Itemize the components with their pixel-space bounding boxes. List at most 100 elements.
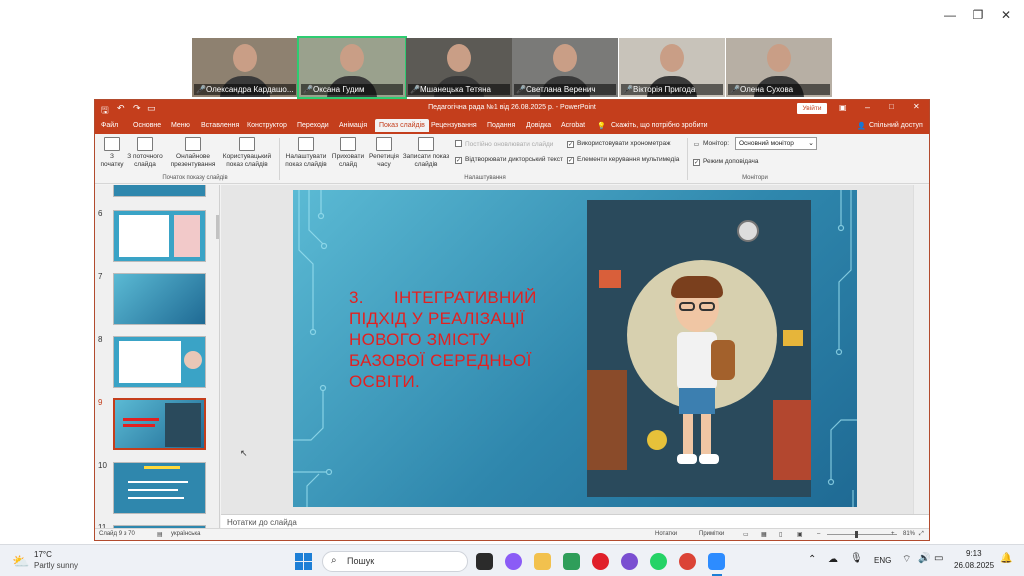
tab-animations[interactable]: Анімація: [339, 122, 367, 129]
tab-help[interactable]: Довідка: [526, 122, 551, 129]
cloud-icon[interactable]: ☁: [828, 554, 838, 565]
slide-thumbnail[interactable]: [113, 210, 206, 262]
notes-button[interactable]: Нотатки: [655, 531, 677, 537]
tab-file[interactable]: Файл: [101, 122, 118, 129]
restore-icon[interactable]: ❐: [968, 8, 988, 22]
participant-tile[interactable]: Вікторія Пригода 🎤: [619, 38, 725, 97]
wifi-icon[interactable]: ⌔: [902, 553, 911, 566]
ppt-minimize-icon[interactable]: –: [865, 102, 870, 112]
whatsapp-icon[interactable]: [650, 553, 667, 570]
tab-view[interactable]: Подання: [487, 122, 515, 129]
close-icon[interactable]: ✕: [996, 8, 1016, 22]
task-view-icon[interactable]: [476, 553, 493, 570]
battery-icon[interactable]: ▭: [934, 553, 943, 564]
setup-show-button[interactable]: Налаштувати показ слайдів: [283, 137, 329, 169]
ribbon-display-icon[interactable]: ▣: [839, 103, 847, 112]
spellcheck-icon[interactable]: ▤: [157, 531, 163, 538]
tab-home[interactable]: Основне: [133, 122, 161, 129]
zoom-out-icon[interactable]: –: [817, 531, 820, 537]
slide-canvas[interactable]: 3. ІНТЕГРАТИВНИЙ ПІДХІД У РЕАЛІЗАЦІЇ НОВ…: [293, 190, 857, 507]
illustration-glasses: [699, 302, 715, 311]
participant-tile[interactable]: Мшанецька Тетяна 🎤: [406, 38, 512, 97]
language-label[interactable]: українська: [171, 531, 201, 537]
record-button[interactable]: Записати показ слайдів: [401, 137, 451, 169]
monitor-select[interactable]: Основний монітор ⌄: [735, 137, 817, 150]
microphone-icon[interactable]: 🎙: [850, 553, 863, 564]
tab-design[interactable]: Конструктор: [247, 122, 287, 129]
slide-thumbnail[interactable]: [113, 336, 206, 388]
weather-desc[interactable]: Partly sunny: [34, 561, 78, 570]
comments-button[interactable]: Примітки: [699, 531, 724, 537]
reading-view-icon[interactable]: ▯: [779, 531, 782, 538]
tab-transitions[interactable]: Переходи: [297, 122, 329, 129]
windows-start-icon[interactable]: [295, 553, 312, 570]
participant-face: [767, 44, 791, 72]
notification-bell-icon[interactable]: 🔔: [1000, 553, 1012, 564]
minimize-icon[interactable]: —: [940, 8, 960, 22]
share-button[interactable]: Спільний доступ: [869, 122, 923, 129]
hide-slide-button[interactable]: Приховати слайд: [331, 137, 365, 169]
notes-pane[interactable]: Нотатки до слайда: [221, 514, 929, 529]
clock-date[interactable]: 26.08.2025: [954, 561, 994, 570]
copilot-icon[interactable]: [505, 553, 522, 570]
chevron-up-icon[interactable]: ⌃: [808, 554, 816, 565]
thumbnails-scrollbar[interactable]: [216, 215, 219, 239]
taskbar-search[interactable]: ⌕ Пошук: [322, 551, 468, 572]
slide-thumbnail[interactable]: [113, 185, 206, 197]
sign-in-button[interactable]: Увійти: [797, 103, 827, 114]
tab-acrobat[interactable]: Acrobat: [561, 122, 585, 129]
slide-illustration[interactable]: [587, 200, 811, 497]
muted-mic-icon: 🎤: [730, 85, 740, 94]
zoom-slider-thumb[interactable]: [855, 531, 858, 538]
use-timings-checkbox[interactable]: ✓ Використовувати хронометраж: [567, 140, 670, 148]
media-controls-checkbox[interactable]: ✓ Елементи керування мультимедіа: [567, 156, 679, 164]
slide-title[interactable]: 3. ІНТЕГРАТИВНИЙ ПІДХІД У РЕАЛІЗАЦІЇ НОВ…: [349, 287, 549, 392]
custom-show-button[interactable]: Користувацький показ слайдів: [219, 137, 275, 169]
zoom-app-icon[interactable]: [708, 553, 725, 570]
slide-sorter-icon[interactable]: ▦: [761, 531, 767, 538]
slide-thumbnail[interactable]: [113, 273, 206, 325]
volume-icon[interactable]: 🔊: [918, 553, 930, 564]
ppt-maximize-icon[interactable]: □: [889, 102, 894, 111]
tab-slideshow[interactable]: Показ слайдів: [375, 119, 429, 132]
participant-tile[interactable]: Олександра Кардашо... 🎤: [192, 38, 298, 97]
slide-thumbnail-selected[interactable]: [113, 398, 206, 450]
zoom-slider[interactable]: [827, 534, 897, 535]
fit-slide-icon[interactable]: ⤢: [919, 531, 924, 538]
participant-tile[interactable]: Светлана Веренич 🎤: [512, 38, 618, 97]
file-explorer-icon[interactable]: [534, 553, 551, 570]
keep-updated-checkbox[interactable]: Постійно оновлювати слайди: [455, 140, 553, 148]
presenter-view-checkbox[interactable]: ✓ Режим доповідача: [693, 158, 759, 166]
language-indicator[interactable]: ENG: [874, 556, 891, 565]
tab-review[interactable]: Рецензування: [431, 122, 477, 129]
illustration-shoe: [677, 454, 697, 464]
play-narration-checkbox[interactable]: ✓ Відтворювати дикторський текст: [455, 156, 563, 164]
slide-scrollbar[interactable]: [913, 185, 929, 514]
normal-view-icon[interactable]: ▭: [743, 531, 749, 538]
slideshow-view-icon[interactable]: ▣: [797, 531, 803, 538]
slide-thumbnails-panel[interactable]: 6 7 8 9 10 11: [95, 185, 220, 529]
chrome-icon[interactable]: [679, 553, 696, 570]
present-online-button[interactable]: Онлайнове презентування: [167, 137, 219, 169]
participant-tile[interactable]: Оксана Гудим 🎤: [297, 36, 407, 99]
clock-time[interactable]: 9:13: [966, 549, 982, 558]
opera-icon[interactable]: [592, 553, 609, 570]
viber-icon[interactable]: [621, 553, 638, 570]
zoom-level[interactable]: 81%: [903, 531, 915, 537]
zoom-in-icon[interactable]: +: [891, 531, 895, 537]
slide-thumbnail[interactable]: [113, 462, 206, 514]
tell-me-box[interactable]: Скажіть, що потрібно зробити: [611, 122, 708, 129]
store-icon[interactable]: [563, 553, 580, 570]
slide-editor[interactable]: 3. ІНТЕГРАТИВНИЙ ПІДХІД У РЕАЛІЗАЦІЇ НОВ…: [221, 185, 929, 514]
illustration-shorts: [679, 388, 715, 414]
rehearse-button[interactable]: Репетиція часу: [367, 137, 401, 169]
from-start-button[interactable]: З початку: [99, 137, 125, 169]
from-current-button[interactable]: З поточного слайда: [127, 137, 163, 169]
tab-menu[interactable]: Меню: [171, 122, 190, 129]
tab-insert[interactable]: Вставлення: [201, 122, 239, 129]
participant-tile[interactable]: Олена Сухова 🎤: [726, 38, 832, 97]
weather-temp[interactable]: 17°C: [34, 550, 52, 559]
ribbon-divider: [279, 138, 280, 180]
weather-icon[interactable]: ⛅: [12, 553, 29, 570]
ppt-close-icon[interactable]: ✕: [913, 102, 920, 111]
